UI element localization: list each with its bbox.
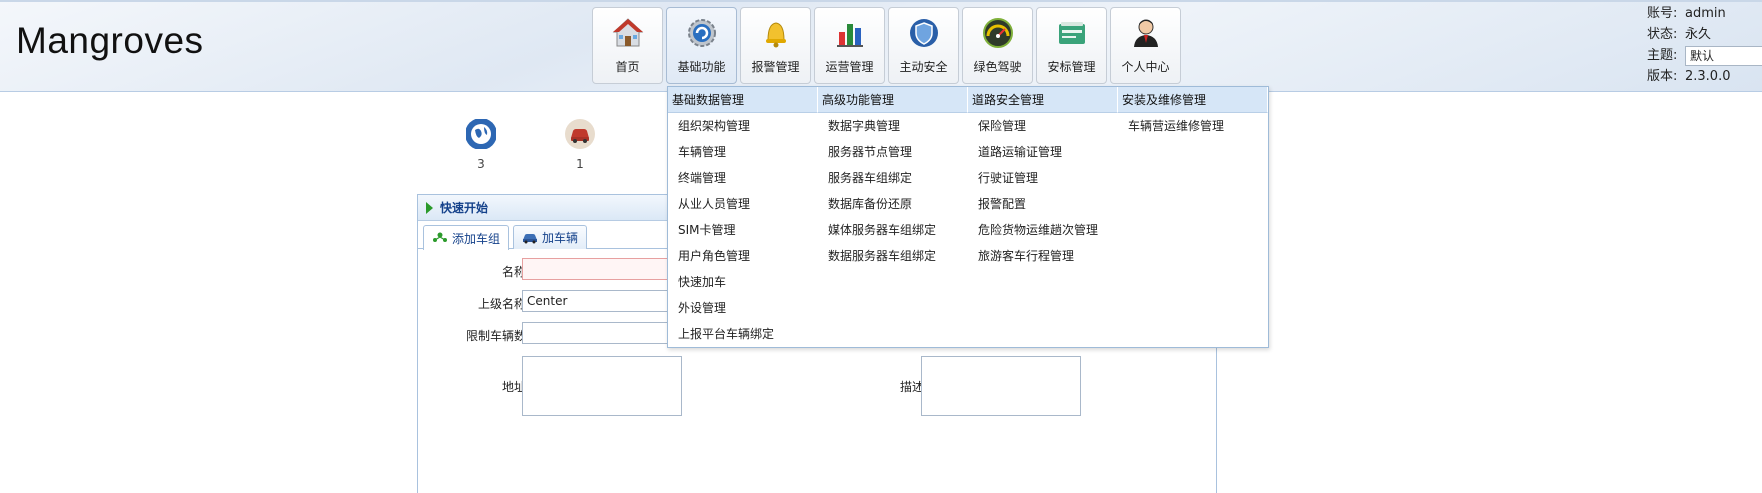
nav-home-button[interactable]: 首页 — [592, 7, 663, 84]
account-info: 账号: admin 状态: 永久 主题: 默认 版本: 2.3.0.0 — [1647, 3, 1762, 87]
menu-item-list: 数据字典管理 服务器节点管理 服务器车组绑定 数据库备份还原 媒体服务器车组绑定 数据服务… — [818, 113, 968, 269]
nav-basic-button[interactable]: 基础功能 — [666, 7, 737, 84]
menu-item[interactable]: 旅游客车行程管理 — [968, 243, 1118, 269]
menu-column-header: 高级功能管理 — [818, 87, 968, 113]
description-textarea[interactable] — [921, 356, 1081, 416]
theme-select[interactable]: 默认 — [1685, 45, 1762, 66]
tab-add-vehicle[interactable]: 加车辆 — [513, 225, 588, 249]
name-label: 名称: — [501, 265, 530, 279]
menu-item[interactable]: 终端管理 — [668, 165, 818, 191]
address-textarea[interactable] — [522, 356, 682, 416]
account-value: admin — [1685, 6, 1726, 21]
nav-personal-center-label: 个人中心 — [1121, 60, 1170, 74]
car-icon — [565, 119, 595, 149]
nav-safety-standard-label: 安标管理 — [1047, 60, 1096, 74]
tab-add-vehicle-label: 加车辆 — [542, 231, 579, 245]
main-navbar: 首页 基础功能 报警管理 运营管理 主动安全 绿色驾驶 安标管理 个人中心 — [592, 7, 1181, 84]
nav-alarm-label: 报警管理 — [751, 60, 800, 74]
menu-item[interactable]: 行驶证管理 — [968, 165, 1118, 191]
globe-icon — [466, 119, 496, 149]
version-value: 2.3.0.0 — [1685, 69, 1731, 84]
car-icon — [523, 233, 538, 243]
nav-active-safety-button[interactable]: 主动安全 — [888, 7, 959, 84]
menu-item[interactable]: 车辆营运维修管理 — [1118, 113, 1268, 139]
status-label: 状态: — [1647, 27, 1678, 42]
menu-item[interactable]: 数据库备份还原 — [818, 191, 968, 217]
house-icon — [612, 18, 643, 47]
menu-item[interactable]: 报警配置 — [968, 191, 1118, 217]
account-label: 账号: — [1647, 6, 1678, 21]
menu-item[interactable]: 从业人员管理 — [668, 191, 818, 217]
menu-item[interactable]: 快速加车 — [668, 269, 818, 295]
nav-green-driving-label: 绿色驾驶 — [973, 60, 1022, 74]
menu-column: 道路安全管理 保险管理 道路运输证管理 行驶证管理 报警配置 危险货物运维趟次管理 旅游客车… — [968, 87, 1118, 347]
person-icon — [1133, 19, 1158, 47]
certificate-icon — [1058, 22, 1085, 44]
parent-name-label: 上级名称: — [477, 297, 530, 311]
theme-select-value: 默认 — [1690, 48, 1715, 63]
brand-title: Mangroves — [16, 20, 204, 61]
menu-column-header: 基础数据管理 — [668, 87, 818, 113]
alarm-bell-icon — [765, 22, 786, 48]
menu-item[interactable]: 保险管理 — [968, 113, 1118, 139]
menu-item[interactable]: SIM卡管理 — [668, 217, 818, 243]
menu-item[interactable]: 道路运输证管理 — [968, 139, 1118, 165]
menu-column: 基础数据管理 组织架构管理 车辆管理 终端管理 从业人员管理 SIM卡管理 用户角色管理 快速… — [668, 87, 818, 347]
nav-basic-label: 基础功能 — [677, 60, 726, 74]
menu-item[interactable]: 用户角色管理 — [668, 243, 818, 269]
version-label: 版本: — [1647, 69, 1678, 84]
menu-item[interactable]: 数据服务器车组绑定 — [818, 243, 968, 269]
tab-add-vehicle-group-label: 添加车组 — [452, 231, 501, 246]
nav-active-safety-label: 主动安全 — [899, 60, 948, 74]
menu-column: 高级功能管理 数据字典管理 服务器节点管理 服务器车组绑定 数据库备份还原 媒体服务器车组… — [818, 87, 968, 347]
top-header: Mangroves 首页 基础功能 报警管理 运营管理 主动安全 绿色驾驶 安标… — [0, 0, 1762, 92]
menu-column: 安装及维修管理 车辆营运维修管理 — [1118, 87, 1268, 347]
menu-item-list: 组织架构管理 车辆管理 终端管理 从业人员管理 SIM卡管理 用户角色管理 快速加车 外设管理… — [668, 113, 818, 347]
menu-item[interactable]: 组织架构管理 — [668, 113, 818, 139]
menu-item[interactable]: 服务器车组绑定 — [818, 165, 968, 191]
tab-add-vehicle-group[interactable]: 添加车组 — [423, 225, 510, 250]
address-label: 地址: — [501, 380, 530, 394]
nav-safety-standard-button[interactable]: 安标管理 — [1036, 7, 1107, 84]
nav-personal-center-button[interactable]: 个人中心 — [1110, 7, 1181, 84]
bar-chart-icon — [836, 24, 863, 47]
shortcut-vehicle-groups-count: 3 — [477, 157, 485, 171]
menu-column-header: 安装及维修管理 — [1118, 87, 1268, 113]
menu-item-list: 车辆营运维修管理 — [1118, 113, 1268, 139]
menu-column-header: 道路安全管理 — [968, 87, 1118, 113]
menu-item[interactable]: 数据字典管理 — [818, 113, 968, 139]
limit-vehicles-label: 限制车辆数: — [465, 329, 530, 343]
speedometer-icon — [982, 18, 1013, 48]
menu-item[interactable]: 媒体服务器车组绑定 — [818, 217, 968, 243]
shield-icon — [909, 19, 938, 47]
group-icon — [433, 232, 447, 242]
gear-icon — [687, 19, 716, 47]
menu-item[interactable]: 危险货物运维趟次管理 — [968, 217, 1118, 243]
nav-alarm-button[interactable]: 报警管理 — [740, 7, 811, 84]
menu-item[interactable]: 外设管理 — [668, 295, 818, 321]
nav-operation-button[interactable]: 运营管理 — [814, 7, 885, 84]
status-value: 永久 — [1685, 27, 1712, 42]
shortcut-vehicles-count: 1 — [576, 157, 584, 171]
menu-item[interactable]: 车辆管理 — [668, 139, 818, 165]
nav-operation-label: 运营管理 — [825, 60, 874, 74]
theme-label: 主题: — [1647, 48, 1678, 63]
menu-item[interactable]: 上报平台车辆绑定 — [668, 321, 818, 347]
shortcut-vehicles[interactable]: 1 — [560, 118, 600, 171]
basic-functions-dropdown: 基础数据管理 组织架构管理 车辆管理 终端管理 从业人员管理 SIM卡管理 用户角色管理 快速… — [667, 86, 1269, 348]
shortcut-vehicle-groups[interactable]: 3 — [461, 118, 501, 171]
menu-item-list: 保险管理 道路运输证管理 行驶证管理 报警配置 危险货物运维趟次管理 旅游客车行程管理 — [968, 113, 1118, 269]
menu-item[interactable]: 服务器节点管理 — [818, 139, 968, 165]
panel-title: 快速开始 — [440, 201, 489, 215]
description-label: 描述: — [899, 380, 928, 394]
expand-triangle-icon[interactable] — [426, 201, 433, 214]
nav-green-driving-button[interactable]: 绿色驾驶 — [962, 7, 1033, 84]
nav-home-label: 首页 — [615, 60, 640, 74]
